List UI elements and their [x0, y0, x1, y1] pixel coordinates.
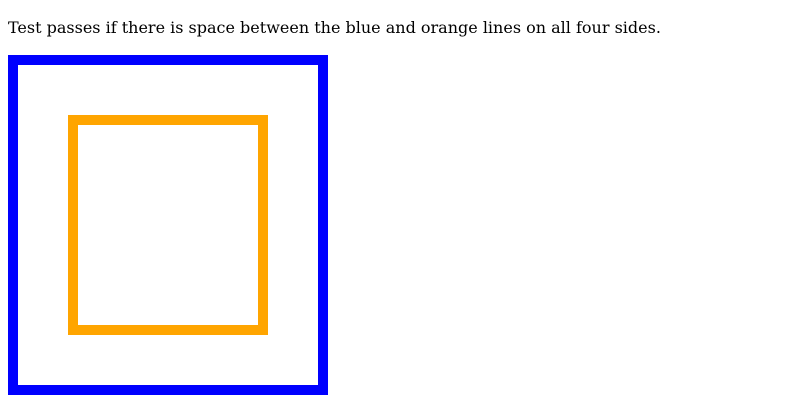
orange-bordered-box	[68, 115, 268, 335]
test-instruction-text: Test passes if there is space between th…	[8, 18, 661, 37]
blue-bordered-box	[8, 55, 328, 395]
